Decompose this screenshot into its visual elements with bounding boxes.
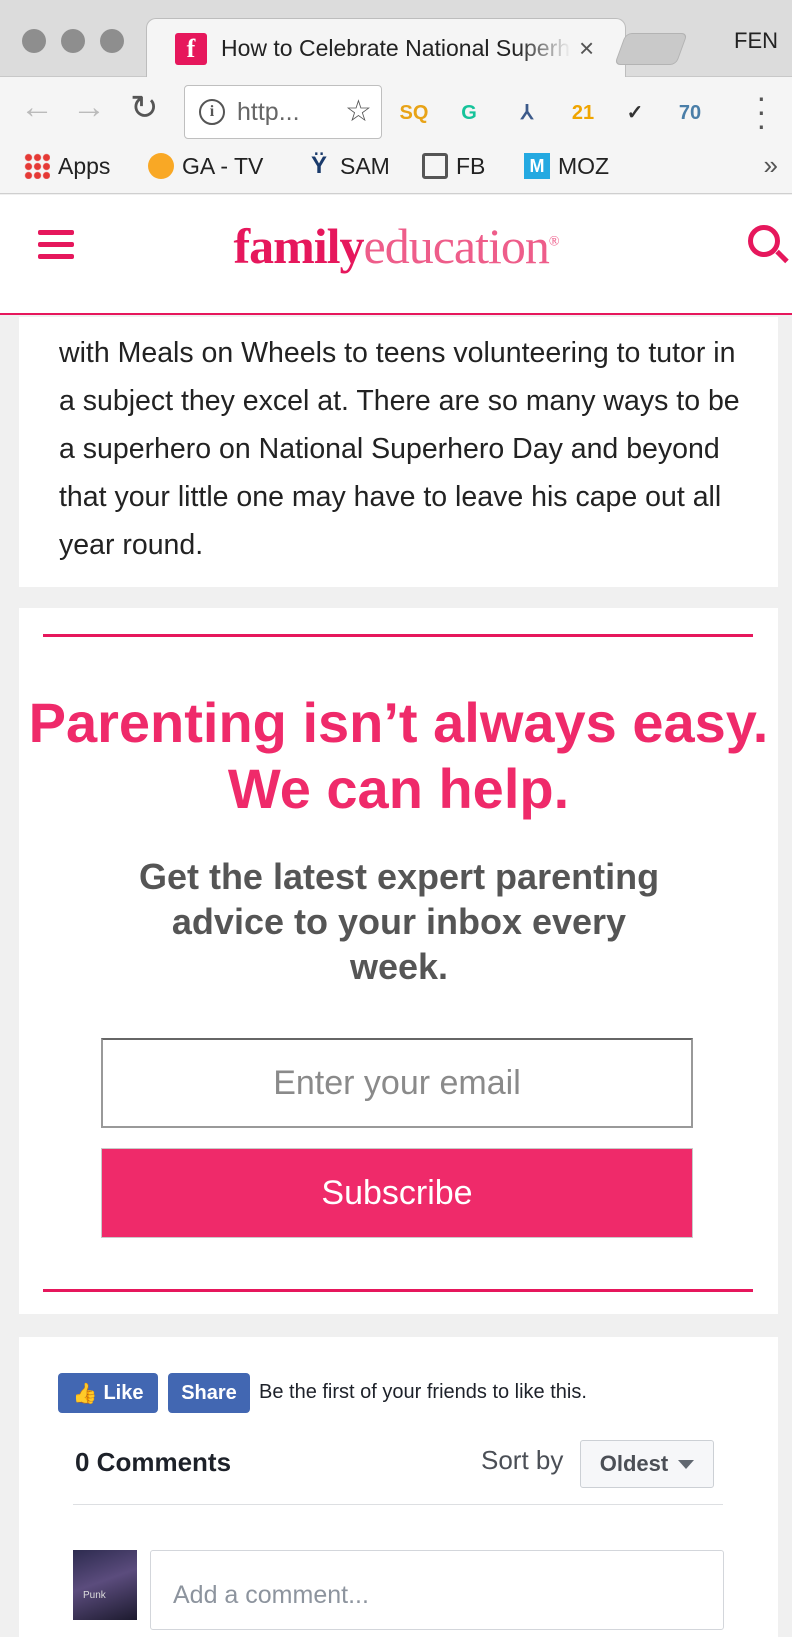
- sam-icon: Ϋ: [310, 152, 327, 179]
- bookmark-label: Apps: [58, 152, 111, 179]
- email-input[interactable]: [101, 1038, 693, 1128]
- new-tab-button[interactable]: [614, 33, 688, 65]
- avatar-caption: Punk: [83, 1590, 106, 1601]
- article-card: with Meals on Wheels to teens volunteeri…: [19, 317, 778, 587]
- moz-icon: M: [524, 153, 550, 179]
- like-label: Like: [103, 1381, 144, 1404]
- search-icon[interactable]: [748, 225, 780, 257]
- bookmark-apps[interactable]: Apps: [24, 151, 110, 181]
- newsletter-headline: Parenting isn’t always easy. We can help…: [28, 691, 769, 820]
- site-header: familyeducation®: [0, 195, 792, 315]
- avatar: Punk: [73, 1550, 137, 1620]
- git-branch-icon[interactable]: ⅄: [510, 96, 544, 130]
- bookmarks-overflow-icon[interactable]: »: [764, 150, 778, 181]
- checkmark-extension-icon[interactable]: ✓: [618, 96, 652, 130]
- close-window-button[interactable]: [22, 29, 46, 53]
- zoom-window-button[interactable]: [100, 29, 124, 53]
- browser-tab[interactable]: f How to Celebrate National Superhero Da…: [146, 18, 626, 78]
- site-logo[interactable]: familyeducation®: [0, 217, 792, 275]
- facebook-like-button[interactable]: 👍 Like: [58, 1373, 158, 1413]
- bookmark-label: SAM: [340, 152, 390, 179]
- grammarly-icon[interactable]: G: [452, 96, 486, 130]
- comments-divider: [73, 1504, 723, 1505]
- bookmark-label: FB: [456, 152, 486, 179]
- logo-family-text: family: [233, 218, 364, 274]
- forward-arrow-icon[interactable]: →: [72, 88, 106, 127]
- close-tab-icon[interactable]: ×: [579, 33, 594, 64]
- bookmark-label: GA - TV: [182, 152, 264, 179]
- newsletter-card: Parenting isn’t always easy. We can help…: [19, 608, 778, 1314]
- social-proof-text: Be the first of your friends to like thi…: [259, 1381, 587, 1403]
- bookmark-ga-tv[interactable]: GA - TV: [148, 151, 263, 181]
- site-info-icon[interactable]: i: [199, 99, 225, 125]
- browser-tab-bar: f How to Celebrate National Superhero Da…: [0, 0, 792, 78]
- minimize-window-button[interactable]: [61, 29, 85, 53]
- profile-name[interactable]: FEN: [734, 28, 778, 54]
- bookmark-fb[interactable]: FB: [422, 151, 485, 181]
- bookmark-star-icon[interactable]: ☆: [345, 94, 372, 129]
- newsletter-top-divider: [43, 634, 753, 637]
- analytics-icon: [148, 153, 174, 179]
- subscribe-button[interactable]: Subscribe: [101, 1148, 693, 1238]
- logo-registered-mark: ®: [548, 234, 560, 250]
- comment-count: 0 Comments: [75, 1447, 232, 1477]
- site-favicon-icon: f: [175, 33, 207, 65]
- bookmark-sam[interactable]: Ϋ SAM: [306, 151, 390, 181]
- logo-education-text: education: [363, 218, 550, 274]
- thumbs-up-icon: 👍: [72, 1382, 98, 1405]
- folder-icon: [422, 153, 448, 179]
- newsletter-subtext: Get the latest expert parenting advice t…: [138, 856, 660, 987]
- sort-value: Oldest: [599, 1451, 669, 1476]
- comment-input[interactable]: Add a comment...: [150, 1550, 724, 1630]
- apps-grid-icon: [24, 153, 50, 179]
- comments-card: 👍 Like Share Be the first of your friends…: [19, 1337, 778, 1637]
- facebook-share-button[interactable]: Share: [168, 1373, 250, 1413]
- reload-icon[interactable]: ↻: [130, 88, 159, 128]
- sort-label: Sort by: [481, 1445, 564, 1475]
- ghostery-icon[interactable]: 21: [566, 96, 600, 130]
- bookmarks-bar: [0, 139, 792, 194]
- address-bar[interactable]: i http... ☆: [184, 85, 382, 139]
- chevron-down-icon: [678, 1459, 695, 1469]
- sort-select[interactable]: Oldest: [580, 1440, 714, 1488]
- tab-title: How to Celebrate National Superhero Day: [221, 35, 571, 61]
- sq-extension-icon[interactable]: SQ: [397, 96, 431, 130]
- article-paragraph: with Meals on Wheels to teens volunteeri…: [59, 337, 740, 561]
- address-bar-url[interactable]: http...: [237, 98, 300, 127]
- page-score-icon[interactable]: 70: [673, 96, 707, 130]
- back-arrow-icon[interactable]: ←: [20, 88, 54, 127]
- newsletter-bottom-divider: [43, 1289, 753, 1292]
- bookmark-moz[interactable]: M MOZ: [524, 151, 609, 181]
- bookmark-label: MOZ: [558, 152, 610, 179]
- browser-menu-icon[interactable]: · · ·: [756, 81, 767, 141]
